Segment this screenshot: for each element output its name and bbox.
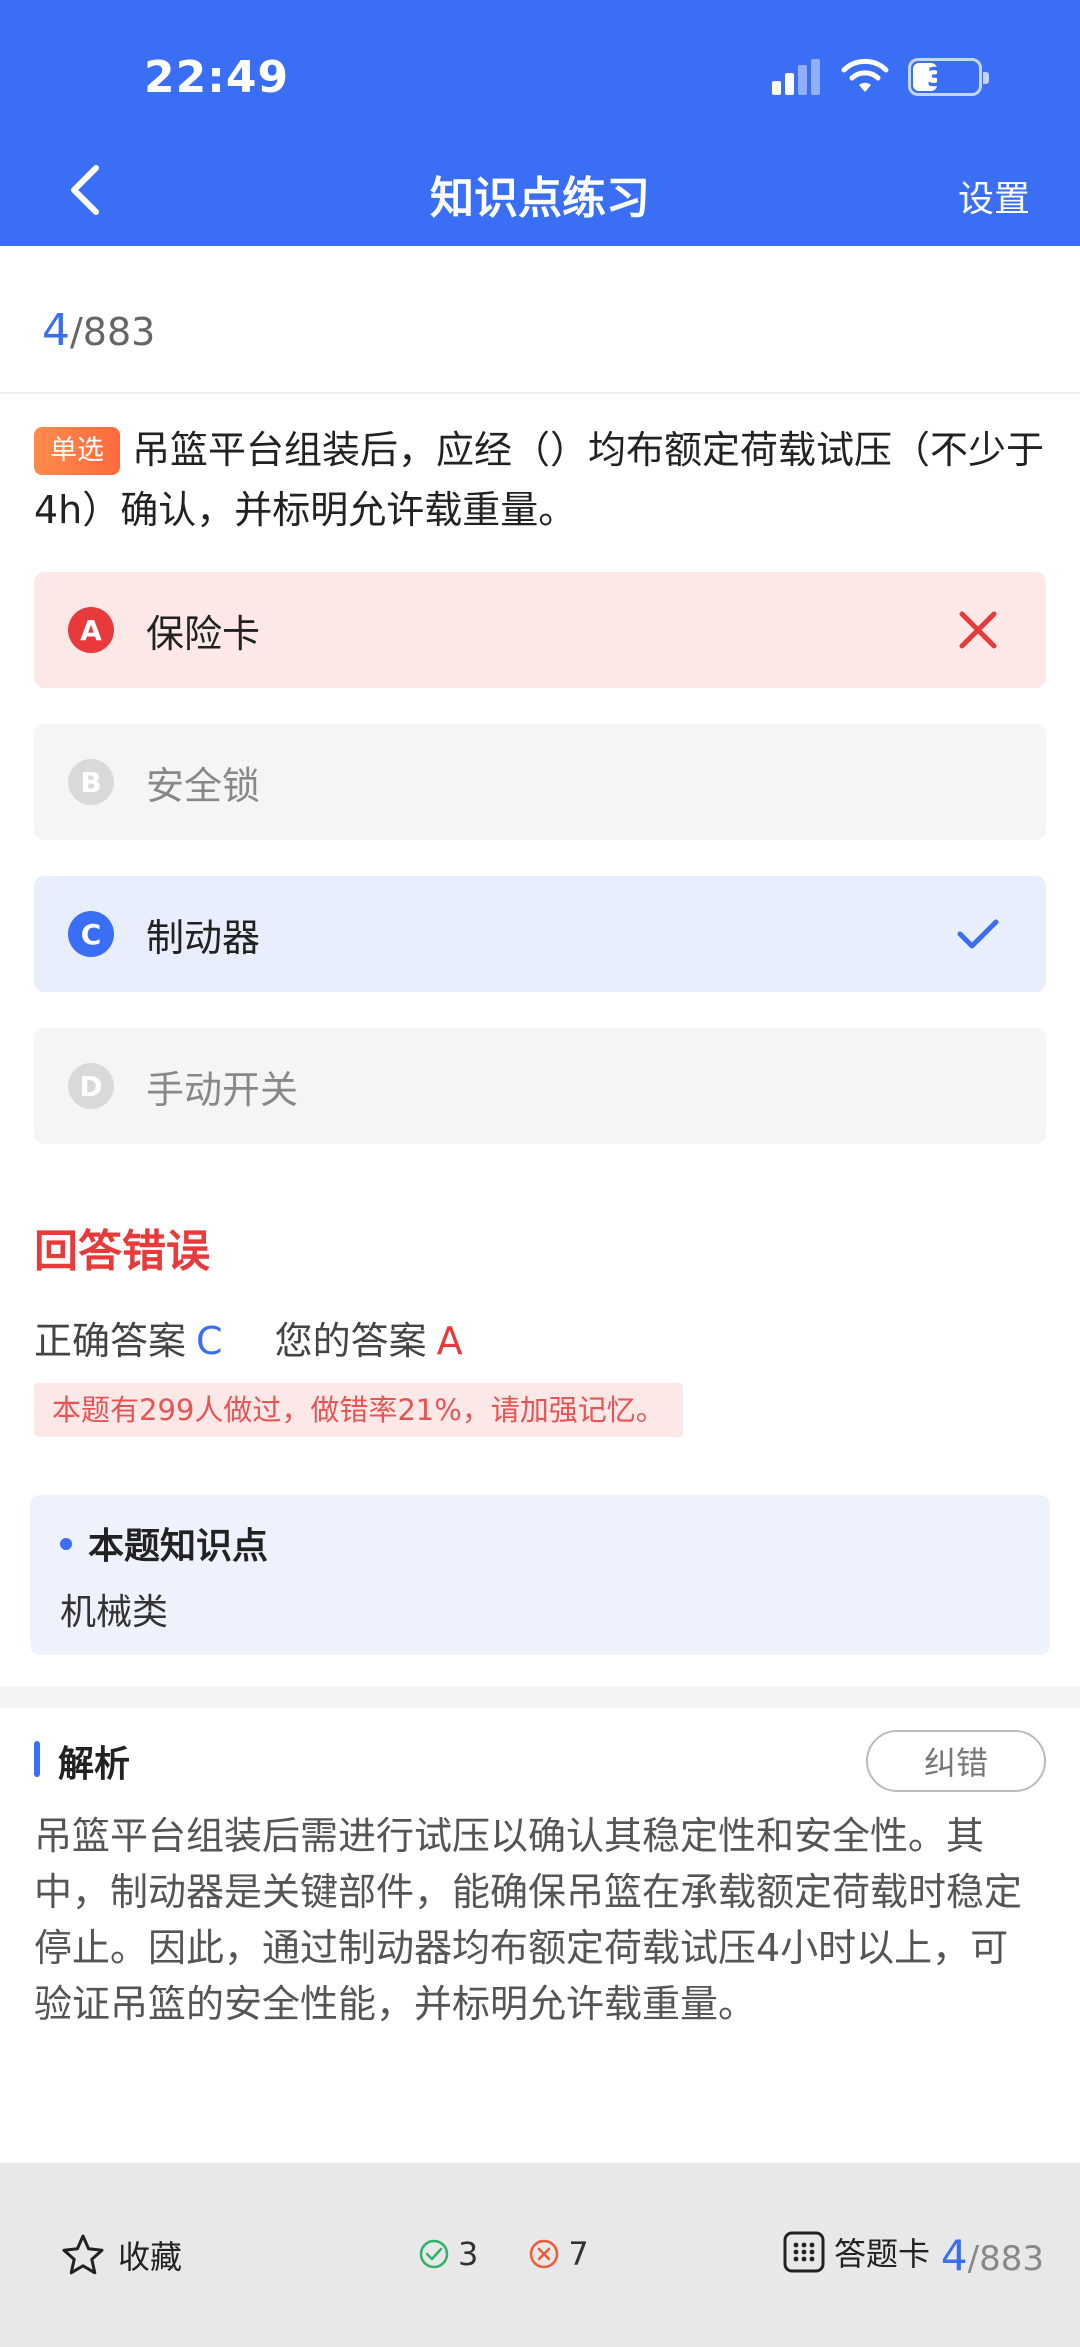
option-text: 保险卡 — [146, 611, 261, 656]
progress-current: 4 — [42, 305, 70, 356]
battery-level: 35 — [926, 63, 964, 93]
page-title: 知识点练习 — [430, 173, 650, 224]
option-c[interactable]: C 制动器 — [34, 876, 1046, 992]
option-b[interactable]: B 安全锁 — [34, 724, 1046, 840]
progress-total: /883 — [70, 310, 156, 354]
correct-answer-label: 正确答案 — [34, 1319, 187, 1363]
bullet-dot — [60, 1538, 72, 1550]
option-text: 手动开关 — [146, 1067, 299, 1112]
option-letter: D — [68, 1063, 114, 1109]
error-rate-note: 本题有299人做过，做错率21%，请加强记忆。 — [34, 1383, 683, 1437]
option-d[interactable]: D 手动开关 — [34, 1028, 1046, 1144]
report-error-button[interactable]: 纠错 — [866, 1730, 1046, 1792]
option-letter: C — [68, 911, 114, 957]
status-time: 22:49 — [144, 52, 290, 103]
battery-indicator: 35 — [908, 58, 989, 96]
bottom-bar: 收藏 3 7 答题卡 4/883 — [0, 2163, 1080, 2347]
answer-counts: 3 7 — [418, 2235, 639, 2273]
x-circle-icon — [530, 2239, 559, 2269]
option-letter: B — [68, 759, 114, 805]
knowledge-point-box: 本题知识点 机械类 — [30, 1495, 1050, 1655]
option-a[interactable]: A 保险卡 — [34, 572, 1046, 688]
grid-icon — [783, 2231, 825, 2273]
your-answer-label: 您的答案 — [274, 1319, 427, 1363]
answer-card-button[interactable]: 答题卡 — [782, 2229, 930, 2275]
your-answer-value: A — [436, 1319, 463, 1363]
header: 22:49 35 知识点练习 设置 — [0, 0, 1080, 246]
analysis-text: 吊篮平台组装后需进行试压以确认其稳定性和安全性。其中，制动器是关键部件，能确保吊… — [34, 1814, 1023, 2026]
signal-icon — [772, 59, 822, 95]
knowledge-point-value: 机械类 — [60, 1592, 169, 1633]
section-divider — [0, 1686, 1080, 1708]
correct-count: 3 — [418, 2235, 478, 2273]
option-text: 制动器 — [146, 915, 261, 960]
result-title: 回答错误 — [34, 1226, 210, 1277]
correct-check-icon — [957, 919, 999, 949]
question-progress: 4/883 — [42, 305, 155, 356]
correct-answer-value: C — [196, 1319, 223, 1363]
analysis-title: 解析 — [34, 1735, 130, 1787]
favorite-label: 收藏 — [118, 2238, 183, 2276]
check-circle-icon — [419, 2239, 449, 2269]
question-stem: 单选 吊篮平台组装后，应经（）均布额定荷载试压（不少于4h）确认，并标明允许载重量… — [34, 420, 1044, 540]
favorite-button[interactable]: 收藏 — [60, 2232, 182, 2278]
wrong-cross-icon — [959, 611, 997, 649]
knowledge-point-title: 本题知识点 — [60, 1517, 268, 1569]
answer-summary: 正确答案 C 您的答案 A — [34, 1310, 463, 1365]
question-text: 吊篮平台组装后，应经（）均布额定荷载试压（不少于4h）确认，并标明允许载重量。 — [34, 428, 1045, 532]
wrong-count: 7 — [528, 2235, 589, 2273]
option-letter: A — [68, 607, 114, 653]
wifi-icon — [841, 58, 889, 92]
page: 22:49 35 知识点练习 设置 4/883 单选 吊篮平台组装后，应经（）均… — [0, 0, 1080, 2347]
bottom-progress: 4/883 — [940, 2231, 1044, 2280]
status-icons: 35 — [772, 56, 989, 98]
option-text: 安全锁 — [146, 763, 261, 808]
question-type-badge: 单选 — [34, 427, 120, 475]
answer-card-label: 答题卡 — [834, 2235, 931, 2273]
settings-button[interactable]: 设置 — [958, 170, 1030, 222]
divider — [0, 392, 1080, 394]
star-icon — [62, 2234, 104, 2275]
